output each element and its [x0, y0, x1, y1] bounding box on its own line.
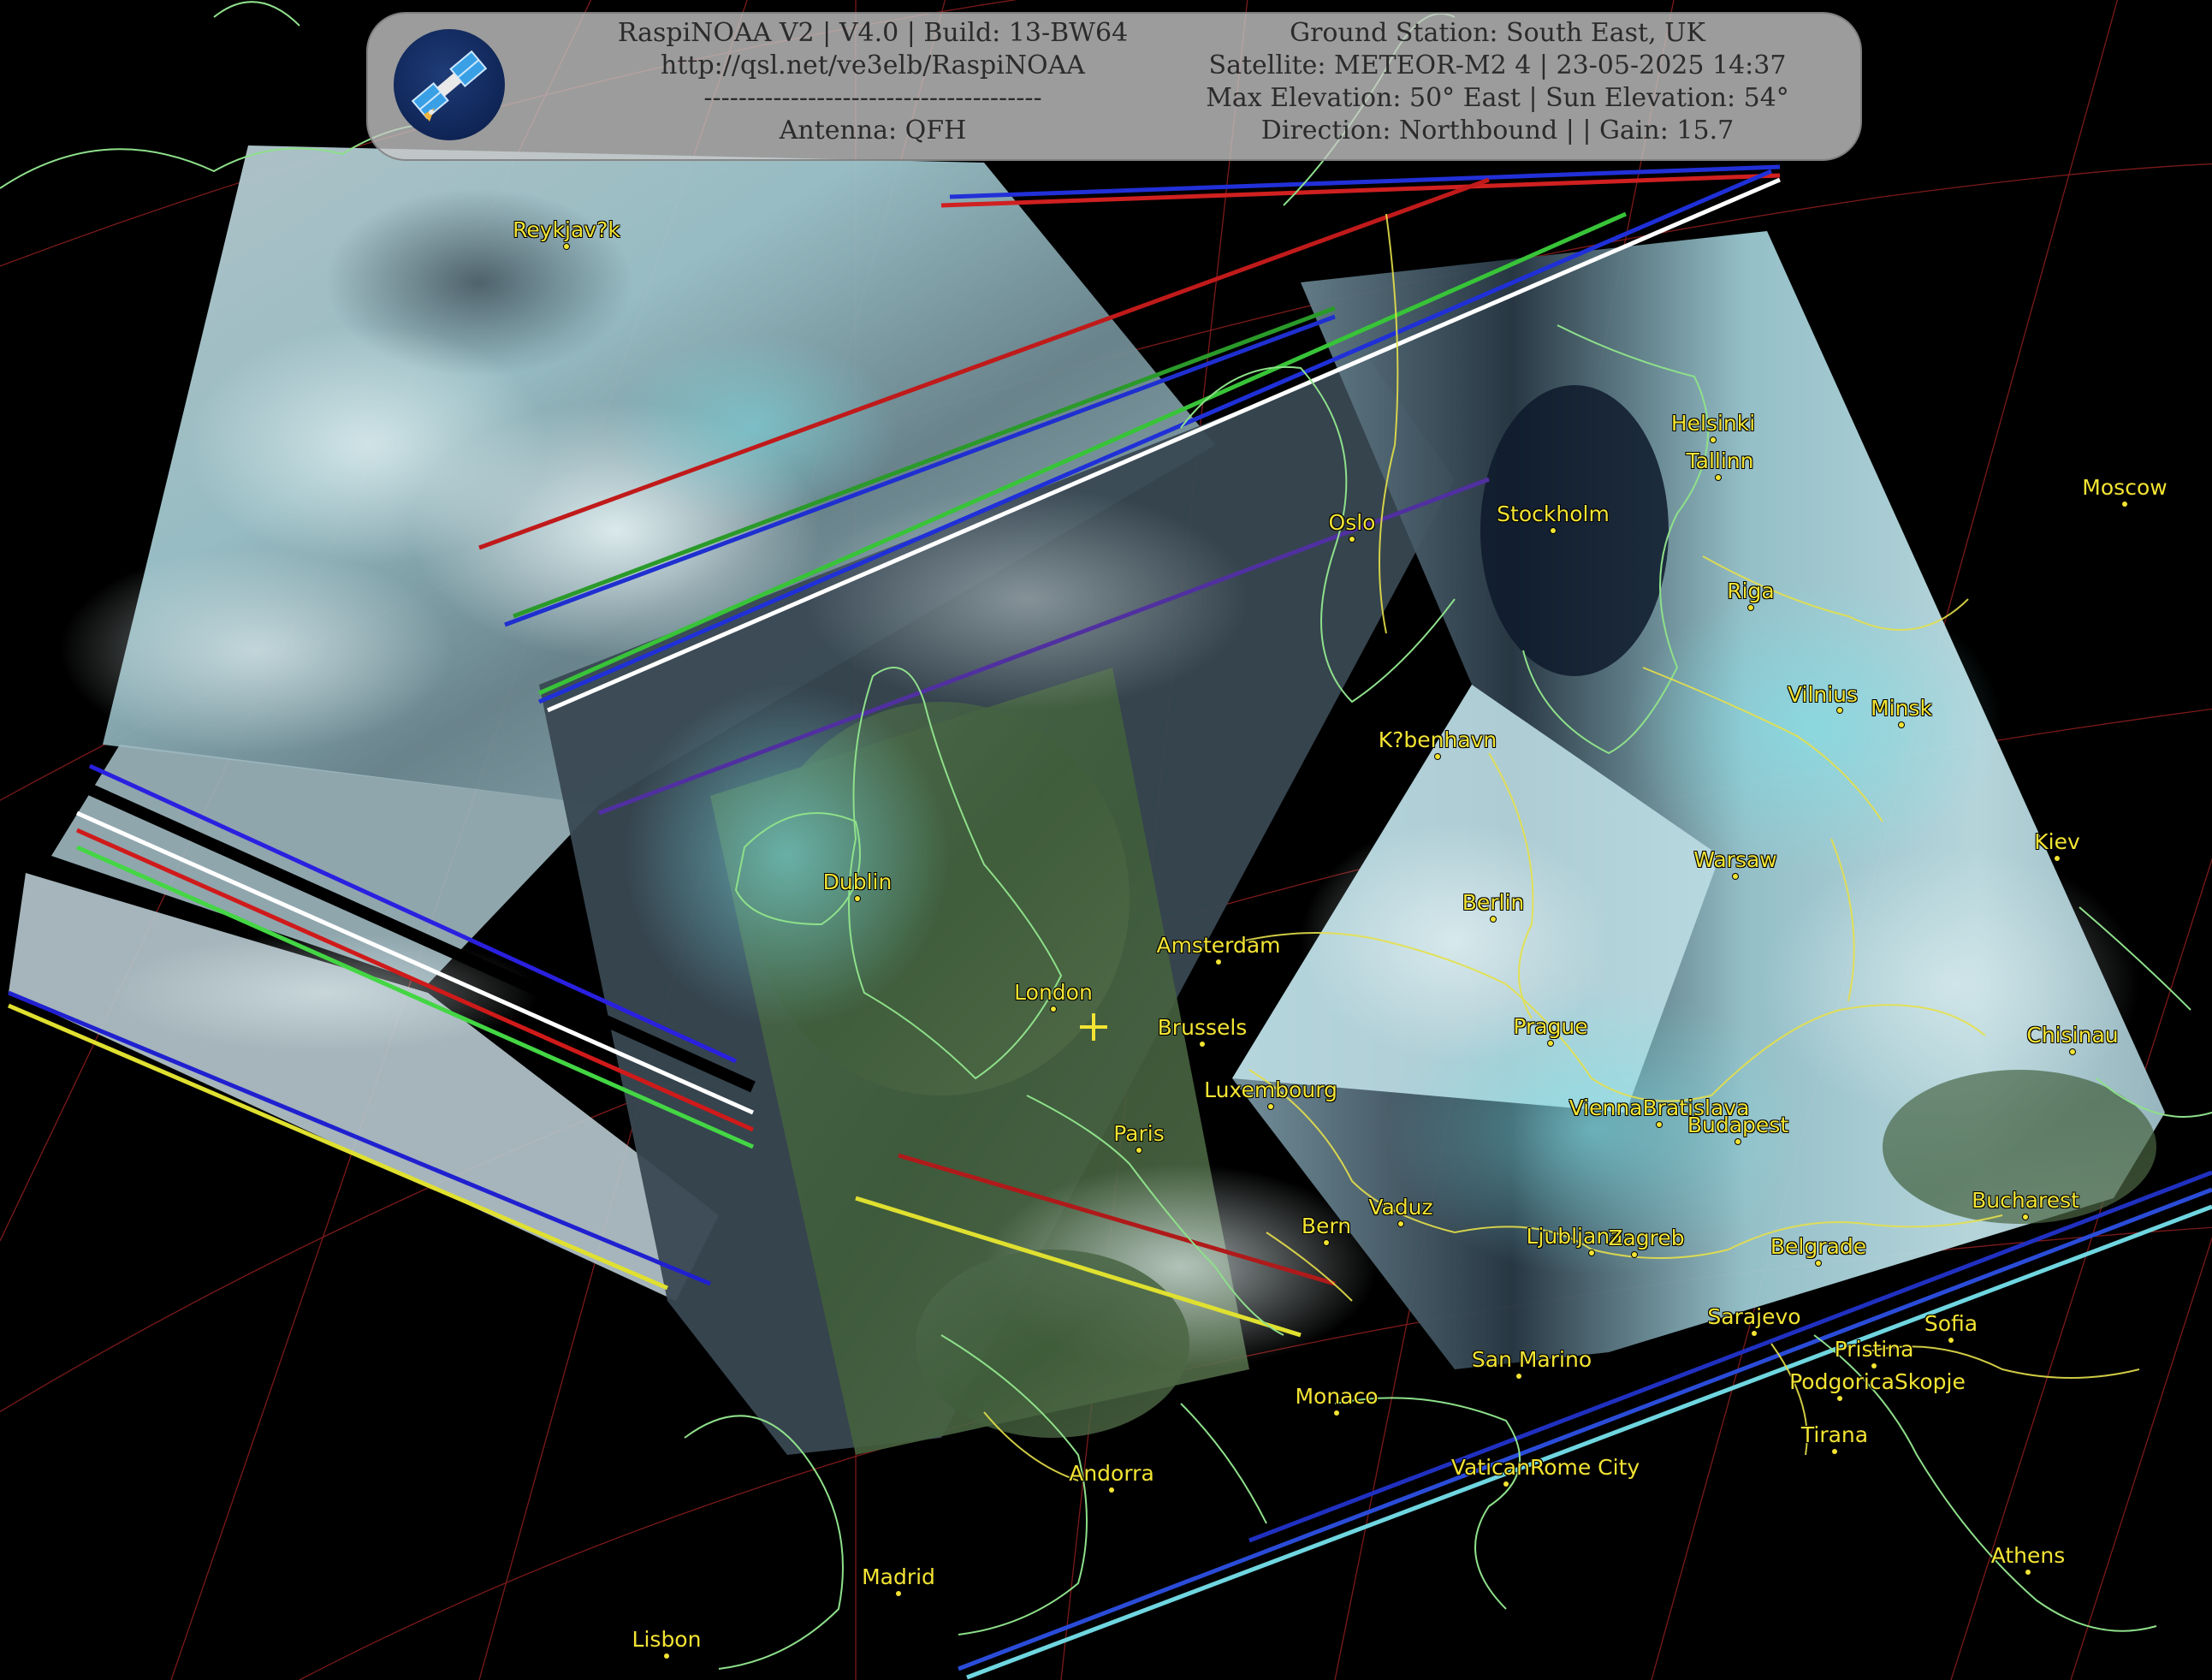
city-label-madrid: Madrid: [862, 1564, 935, 1589]
city-dot: [564, 244, 569, 249]
city-dot: [896, 1591, 901, 1596]
city-dot: [1216, 959, 1221, 965]
city-label-sanmarino: San Marino: [1471, 1347, 1592, 1372]
map-canvas: [0, 0, 2212, 1680]
city-dot: [1435, 754, 1440, 759]
city-label-zagreb: Zagreb: [1608, 1226, 1685, 1250]
city-dot: [1324, 1240, 1329, 1245]
project-url-text: http://qsl.net/ve3elb/RaspiNOAA: [661, 50, 1085, 80]
city-dot: [1632, 1252, 1637, 1257]
city-label-brussels: Brussels: [1157, 1015, 1248, 1040]
city-label-vatican: VaticanRome City: [1450, 1455, 1640, 1480]
pass-info-header: RaspiNOAA V2 | V4.0 | Build: 13-BW64 htt…: [366, 12, 1862, 161]
city-label-sofia: Sofia: [1924, 1311, 1978, 1336]
city-label-berlin: Berlin: [1462, 890, 1525, 915]
antenna-text: Antenna: QFH: [779, 116, 967, 145]
city-dot: [855, 896, 860, 901]
city-dot: [1136, 1148, 1142, 1153]
city-label-kobenhavn: K?benhavn: [1378, 727, 1497, 752]
ground-station-cross-icon: [1080, 1013, 1107, 1041]
city-dot: [2025, 1570, 2031, 1575]
city-label-lisbon: Lisbon: [632, 1627, 702, 1652]
elevation-text: Max Elevation: 50° East | Sun Elevation:…: [1206, 83, 1789, 113]
city-dot: [1109, 1487, 1114, 1493]
city-label-kiev: Kiev: [2034, 829, 2080, 854]
city-label-athens: Athens: [1990, 1543, 2066, 1568]
city-label-bucharest: Bucharest: [1972, 1188, 2079, 1213]
satellite-icon: [394, 29, 505, 140]
ground-station-text: Ground Station: South East, UK: [1290, 18, 1705, 48]
city-dot: [1491, 917, 1496, 922]
city-dot: [1711, 437, 1716, 442]
city-label-budapest: Budapest: [1687, 1113, 1789, 1137]
separator-text: ---------------------------------------: [703, 83, 1042, 113]
city-dot: [1589, 1250, 1594, 1256]
city-dot: [1871, 1363, 1877, 1368]
city-dot: [664, 1653, 669, 1659]
city-label-monaco: Monaco: [1295, 1384, 1379, 1409]
city-dot: [1899, 722, 1904, 727]
direction-gain-text: Direction: Northbound | | Gain: 15.7: [1260, 116, 1735, 145]
city-dot: [1948, 1338, 1954, 1343]
city-label-chisinau: Chisinau: [2026, 1023, 2119, 1048]
city-label-paris: Paris: [1113, 1121, 1165, 1146]
city-dot: [1752, 1331, 1757, 1336]
city-dot: [1837, 708, 1842, 713]
city-label-prague: Prague: [1513, 1014, 1588, 1039]
city-label-belgrade: Belgrade: [1770, 1234, 1867, 1259]
city-label-reykjavik: Reykjav?k: [513, 217, 620, 242]
city-dot: [1551, 528, 1556, 533]
city-dot: [1349, 537, 1355, 542]
city-label-london: London: [1014, 980, 1093, 1005]
satellite-image-map: RaspiNOAA V2 | V4.0 | Build: 13-BW64 htt…: [0, 0, 2212, 1680]
city-dot: [1548, 1041, 1553, 1046]
satellite-icon-graphic: [411, 50, 488, 122]
city-label-podgorica: PodgoricaSkopje: [1789, 1369, 1966, 1394]
city-dot: [2023, 1214, 2028, 1220]
city-dot: [1657, 1122, 1662, 1127]
city-label-riga: Riga: [1727, 579, 1775, 603]
city-label-moscow: Moscow: [2082, 475, 2168, 500]
city-dot: [1748, 605, 1753, 610]
city-dot: [1051, 1006, 1056, 1012]
city-label-tallinn: Tallinn: [1686, 448, 1754, 473]
city-label-vilnius: Vilnius: [1787, 682, 1859, 707]
city-dot: [1503, 1481, 1509, 1487]
city-dot: [1268, 1104, 1273, 1109]
satellite-pass-text: Satellite: METEOR-M2 4 | 23-05-2025 14:3…: [1208, 50, 1787, 80]
city-dot: [1334, 1410, 1339, 1416]
city-label-sarajevo: Sarajevo: [1707, 1304, 1801, 1329]
city-label-vaduz: Vaduz: [1368, 1195, 1433, 1220]
city-dot: [1398, 1221, 1403, 1226]
city-dot: [1516, 1374, 1521, 1379]
city-dot: [2070, 1049, 2075, 1054]
city-label-dublin: Dublin: [822, 870, 893, 894]
city-dot: [1832, 1449, 1837, 1454]
city-dot: [1816, 1261, 1821, 1266]
city-dot: [1716, 475, 1721, 480]
city-label-warsaw: Warsaw: [1693, 847, 1777, 872]
city-label-oslo: Oslo: [1328, 510, 1376, 535]
city-dot: [1735, 1139, 1741, 1144]
city-label-pristina: Pristina: [1834, 1337, 1914, 1362]
city-label-stockholm: Stockholm: [1497, 502, 1610, 526]
city-label-amsterdam: Amsterdam: [1156, 933, 1281, 958]
city-dot: [1733, 874, 1738, 879]
city-dot: [1837, 1396, 1842, 1401]
city-label-minsk: Minsk: [1871, 696, 1932, 721]
city-label-luxembourg: Luxembourg: [1204, 1077, 1337, 1102]
city-dot: [2055, 856, 2060, 861]
city-label-tirana: Tirana: [1800, 1422, 1869, 1447]
app-version-text: RaspiNOAA V2 | V4.0 | Build: 13-BW64: [617, 18, 1129, 48]
city-dot: [2122, 502, 2127, 507]
city-dot: [1200, 1042, 1205, 1047]
city-label-bern: Bern: [1301, 1214, 1352, 1238]
city-label-andorra: Andorra: [1069, 1461, 1154, 1486]
city-label-helsinki: Helsinki: [1670, 411, 1756, 436]
